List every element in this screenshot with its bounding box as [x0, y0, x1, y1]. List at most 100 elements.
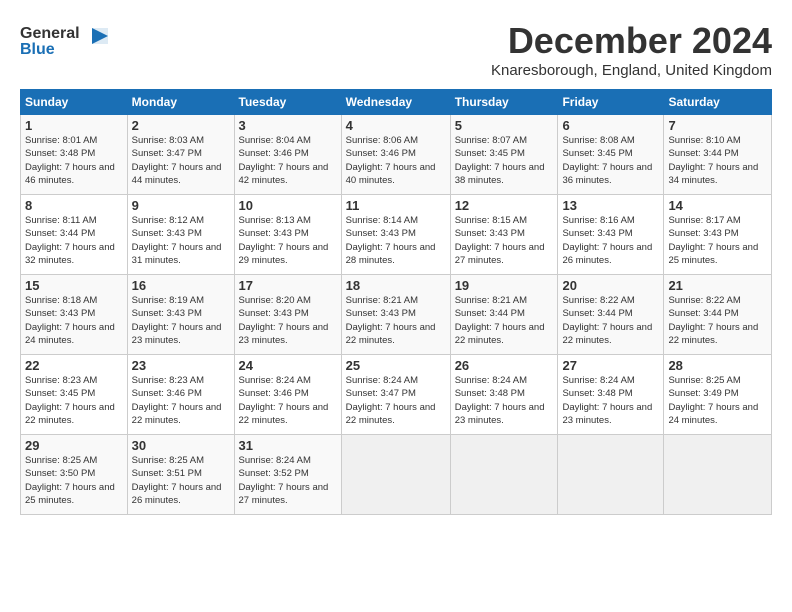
calendar-cell: 22 Sunrise: 8:23 AMSunset: 3:45 PMDayligh…	[21, 355, 128, 435]
col-saturday: Saturday	[664, 90, 772, 115]
day-info: Sunrise: 8:19 AMSunset: 3:43 PMDaylight:…	[132, 295, 222, 346]
day-number: 13	[562, 198, 659, 213]
calendar-cell: 6 Sunrise: 8:08 AMSunset: 3:45 PMDaylight…	[558, 115, 664, 195]
calendar-cell: 28Sunrise: 8:25 AMSunset: 3:49 PMDayligh…	[664, 355, 772, 435]
day-number: 7	[668, 118, 767, 133]
day-number: 14	[668, 198, 767, 213]
calendar-cell: 17 Sunrise: 8:20 AMSunset: 3:43 PMDayligh…	[234, 275, 341, 355]
day-info: Sunrise: 8:21 AMSunset: 3:43 PMDaylight:…	[346, 295, 436, 346]
calendar-cell: 18 Sunrise: 8:21 AMSunset: 3:43 PMDayligh…	[341, 275, 450, 355]
col-wednesday: Wednesday	[341, 90, 450, 115]
day-number: 22	[25, 358, 123, 373]
calendar-header-row: Sunday Monday Tuesday Wednesday Thursday…	[21, 90, 772, 115]
calendar-cell: 2Sunrise: 8:03 AMSunset: 3:47 PMDaylight…	[127, 115, 234, 195]
location: Knaresborough, England, United Kingdom	[491, 62, 772, 79]
day-number: 3	[239, 118, 337, 133]
calendar-body: 1 Sunrise: 8:01 AMSunset: 3:48 PMDaylight…	[21, 115, 772, 515]
day-number: 21	[668, 278, 767, 293]
calendar-week-3: 15 Sunrise: 8:18 AMSunset: 3:43 PMDayligh…	[21, 275, 772, 355]
calendar-cell: 20Sunrise: 8:22 AMSunset: 3:44 PMDayligh…	[558, 275, 664, 355]
day-info: Sunrise: 8:23 AMSunset: 3:45 PMDaylight:…	[25, 375, 115, 426]
day-info: Sunrise: 8:01 AMSunset: 3:48 PMDaylight:…	[25, 135, 115, 186]
day-info: Sunrise: 8:15 AMSunset: 3:43 PMDaylight:…	[455, 215, 545, 266]
calendar-cell: 12 Sunrise: 8:15 AMSunset: 3:43 PMDayligh…	[450, 195, 558, 275]
day-number: 17	[239, 278, 337, 293]
calendar-cell: 5Sunrise: 8:07 AMSunset: 3:45 PMDaylight…	[450, 115, 558, 195]
col-tuesday: Tuesday	[234, 90, 341, 115]
day-info: Sunrise: 8:16 AMSunset: 3:43 PMDaylight:…	[562, 215, 652, 266]
header: General Blue December 2024 Knaresborough…	[20, 20, 772, 79]
calendar-week-4: 22 Sunrise: 8:23 AMSunset: 3:45 PMDayligh…	[21, 355, 772, 435]
calendar-cell: 4 Sunrise: 8:06 AMSunset: 3:46 PMDaylight…	[341, 115, 450, 195]
day-info: Sunrise: 8:22 AMSunset: 3:44 PMDaylight:…	[562, 295, 652, 346]
day-number: 1	[25, 118, 123, 133]
day-number: 29	[25, 438, 123, 453]
day-info: Sunrise: 8:22 AMSunset: 3:44 PMDaylight:…	[668, 295, 758, 346]
calendar-cell: 19Sunrise: 8:21 AMSunset: 3:44 PMDayligh…	[450, 275, 558, 355]
day-info: Sunrise: 8:23 AMSunset: 3:46 PMDaylight:…	[132, 375, 222, 426]
calendar-cell: 9 Sunrise: 8:12 AMSunset: 3:43 PMDaylight…	[127, 195, 234, 275]
calendar-table: Sunday Monday Tuesday Wednesday Thursday…	[20, 89, 772, 515]
calendar-cell: 27 Sunrise: 8:24 AMSunset: 3:48 PMDayligh…	[558, 355, 664, 435]
day-info: Sunrise: 8:10 AMSunset: 3:44 PMDaylight:…	[668, 135, 758, 186]
day-number: 31	[239, 438, 337, 453]
day-info: Sunrise: 8:21 AMSunset: 3:44 PMDaylight:…	[455, 295, 545, 346]
calendar-cell: 3Sunrise: 8:04 AMSunset: 3:46 PMDaylight…	[234, 115, 341, 195]
calendar-cell	[664, 435, 772, 515]
day-info: Sunrise: 8:24 AMSunset: 3:47 PMDaylight:…	[346, 375, 436, 426]
day-info: Sunrise: 8:24 AMSunset: 3:48 PMDaylight:…	[455, 375, 545, 426]
day-info: Sunrise: 8:24 AMSunset: 3:48 PMDaylight:…	[562, 375, 652, 426]
calendar-cell: 24Sunrise: 8:24 AMSunset: 3:46 PMDayligh…	[234, 355, 341, 435]
day-info: Sunrise: 8:11 AMSunset: 3:44 PMDaylight:…	[25, 215, 115, 266]
day-info: Sunrise: 8:06 AMSunset: 3:46 PMDaylight:…	[346, 135, 436, 186]
title-block: December 2024 Knaresborough, England, Un…	[491, 20, 772, 79]
day-info: Sunrise: 8:20 AMSunset: 3:43 PMDaylight:…	[239, 295, 329, 346]
day-number: 25	[346, 358, 446, 373]
page: General Blue December 2024 Knaresborough…	[0, 0, 792, 612]
day-number: 18	[346, 278, 446, 293]
calendar-cell: 7 Sunrise: 8:10 AMSunset: 3:44 PMDaylight…	[664, 115, 772, 195]
day-number: 26	[455, 358, 554, 373]
calendar-cell: 31 Sunrise: 8:24 AMSunset: 3:52 PMDayligh…	[234, 435, 341, 515]
day-info: Sunrise: 8:25 AMSunset: 3:49 PMDaylight:…	[668, 375, 758, 426]
month-title: December 2024	[491, 20, 772, 62]
calendar-week-2: 8Sunrise: 8:11 AMSunset: 3:44 PMDaylight…	[21, 195, 772, 275]
day-number: 23	[132, 358, 230, 373]
calendar-week-1: 1 Sunrise: 8:01 AMSunset: 3:48 PMDaylight…	[21, 115, 772, 195]
calendar-cell: 16Sunrise: 8:19 AMSunset: 3:43 PMDayligh…	[127, 275, 234, 355]
calendar-cell: 11 Sunrise: 8:14 AMSunset: 3:43 PMDayligh…	[341, 195, 450, 275]
day-info: Sunrise: 8:25 AMSunset: 3:50 PMDaylight:…	[25, 455, 115, 506]
day-number: 9	[132, 198, 230, 213]
calendar-cell: 23 Sunrise: 8:23 AMSunset: 3:46 PMDayligh…	[127, 355, 234, 435]
col-thursday: Thursday	[450, 90, 558, 115]
day-number: 12	[455, 198, 554, 213]
col-monday: Monday	[127, 90, 234, 115]
calendar-cell: 8Sunrise: 8:11 AMSunset: 3:44 PMDaylight…	[21, 195, 128, 275]
calendar-cell: 26 Sunrise: 8:24 AMSunset: 3:48 PMDayligh…	[450, 355, 558, 435]
calendar-cell: 30Sunrise: 8:25 AMSunset: 3:51 PMDayligh…	[127, 435, 234, 515]
day-info: Sunrise: 8:24 AMSunset: 3:52 PMDaylight:…	[239, 455, 329, 506]
day-info: Sunrise: 8:03 AMSunset: 3:47 PMDaylight:…	[132, 135, 222, 186]
calendar-cell	[341, 435, 450, 515]
calendar-cell: 14Sunrise: 8:17 AMSunset: 3:43 PMDayligh…	[664, 195, 772, 275]
day-info: Sunrise: 8:12 AMSunset: 3:43 PMDaylight:…	[132, 215, 222, 266]
logo-svg: General Blue	[20, 20, 110, 60]
day-info: Sunrise: 8:14 AMSunset: 3:43 PMDaylight:…	[346, 215, 436, 266]
day-number: 15	[25, 278, 123, 293]
day-number: 24	[239, 358, 337, 373]
calendar-cell: 29 Sunrise: 8:25 AMSunset: 3:50 PMDayligh…	[21, 435, 128, 515]
calendar-cell: 21 Sunrise: 8:22 AMSunset: 3:44 PMDayligh…	[664, 275, 772, 355]
day-number: 11	[346, 198, 446, 213]
day-number: 27	[562, 358, 659, 373]
day-info: Sunrise: 8:18 AMSunset: 3:43 PMDaylight:…	[25, 295, 115, 346]
calendar-cell: 1 Sunrise: 8:01 AMSunset: 3:48 PMDaylight…	[21, 115, 128, 195]
day-info: Sunrise: 8:13 AMSunset: 3:43 PMDaylight:…	[239, 215, 329, 266]
day-number: 6	[562, 118, 659, 133]
day-number: 4	[346, 118, 446, 133]
calendar-week-5: 29 Sunrise: 8:25 AMSunset: 3:50 PMDayligh…	[21, 435, 772, 515]
svg-text:Blue: Blue	[20, 41, 55, 58]
calendar-cell: 13 Sunrise: 8:16 AMSunset: 3:43 PMDayligh…	[558, 195, 664, 275]
calendar-cell: 15 Sunrise: 8:18 AMSunset: 3:43 PMDayligh…	[21, 275, 128, 355]
col-friday: Friday	[558, 90, 664, 115]
day-info: Sunrise: 8:08 AMSunset: 3:45 PMDaylight:…	[562, 135, 652, 186]
